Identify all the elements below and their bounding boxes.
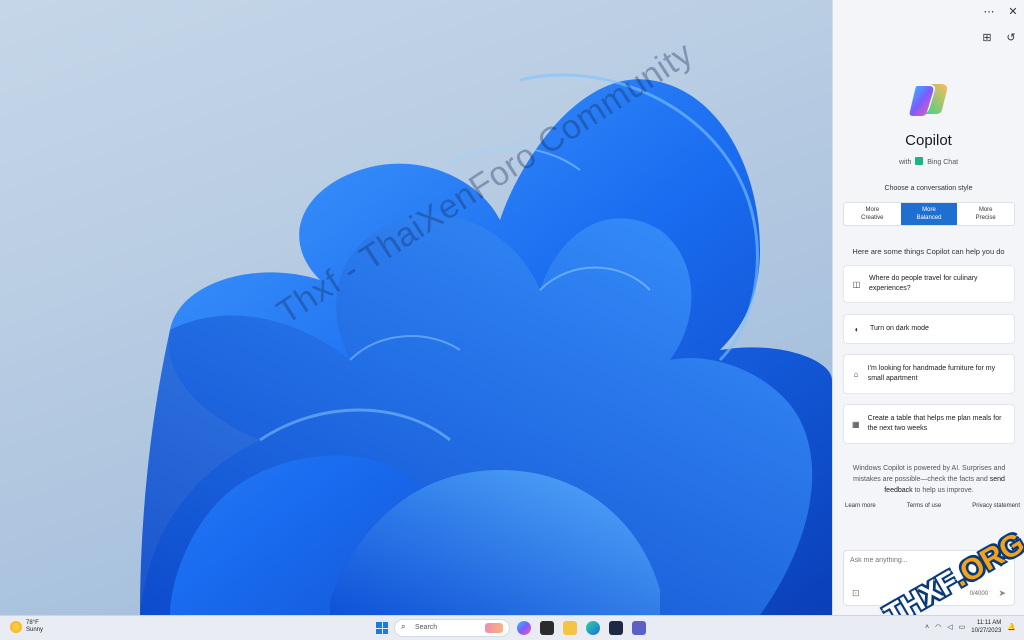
copilot-subtitle: with Bing Chat bbox=[833, 157, 1024, 166]
palette-icon: ◐ bbox=[854, 324, 860, 334]
style-precise-button[interactable]: More Precise bbox=[957, 203, 1014, 225]
style-balanced-line2: Balanced bbox=[916, 215, 942, 221]
bloom-wallpaper-art bbox=[140, 73, 832, 615]
start-tile bbox=[376, 628, 382, 634]
ai-disclaimer: Windows Copilot is powered by AI. Surpri… bbox=[843, 463, 1015, 496]
clock-date: 10/27/2023 bbox=[971, 628, 1002, 634]
help-label: Here are some things Copilot can help yo… bbox=[852, 247, 1005, 256]
style-precise-line1: More bbox=[978, 207, 993, 213]
ellipsis-icon[interactable]: ⋯ bbox=[981, 4, 997, 20]
clock-time: 11:11 AM bbox=[976, 620, 1002, 626]
style-creative-button[interactable]: More Creative bbox=[844, 203, 901, 225]
prompt-card-furniture[interactable]: ⌂ I'm looking for handmade furniture for… bbox=[843, 354, 1015, 394]
style-creative-line1: More bbox=[865, 207, 880, 213]
bing-icon bbox=[915, 157, 924, 165]
conversation-style-toggle: More Creative More Balanced More Precise bbox=[843, 202, 1015, 226]
prompt-text: Create a table that helps me plan meals … bbox=[867, 415, 1002, 432]
history-icon[interactable]: ↺ bbox=[1004, 31, 1018, 45]
desktop-wallpaper: Thxf - ThaiXenForo Community bbox=[0, 0, 832, 615]
taskbar-search[interactable]: ⌕ Search bbox=[394, 619, 510, 637]
terms-of-use-link[interactable]: Terms of use bbox=[907, 503, 941, 509]
battery-icon[interactable]: ▭ bbox=[959, 623, 966, 631]
style-creative-line2: Creative bbox=[861, 215, 884, 221]
footer-links: Learn more Terms of use Privacy statemen… bbox=[845, 503, 1020, 509]
copilot-toolbar: ⊞ ↺ bbox=[980, 31, 1018, 45]
start-button[interactable] bbox=[376, 622, 388, 634]
disclaimer-text: Windows Copilot is powered by AI. Surpri… bbox=[852, 465, 1006, 483]
volume-icon[interactable]: ◁ bbox=[947, 623, 952, 631]
copilot-logo bbox=[909, 84, 948, 116]
teams-icon[interactable] bbox=[632, 621, 646, 635]
copilot-title: Copilot bbox=[905, 132, 952, 149]
search-highlight-icon bbox=[485, 623, 503, 633]
subtitle-service: Bing Chat bbox=[927, 159, 959, 166]
store-icon[interactable] bbox=[609, 621, 623, 635]
notification-bell-icon[interactable]: 🔔 bbox=[1007, 623, 1016, 631]
style-balanced-button[interactable]: More Balanced bbox=[900, 203, 958, 225]
disclaimer-text-end: to help us improve. bbox=[912, 487, 974, 494]
prompt-card-meal-table[interactable]: ▦ Create a table that helps me plan meal… bbox=[843, 404, 1015, 444]
subtitle-prefix: with bbox=[898, 159, 912, 166]
file-explorer-icon[interactable] bbox=[563, 621, 577, 635]
conversation-style-label: Choose a conversation style bbox=[884, 185, 973, 192]
start-tile bbox=[376, 622, 382, 628]
briefcase-icon: ◫ bbox=[852, 279, 861, 289]
copilot-titlebar: ⋯ ✕ bbox=[833, 0, 1024, 24]
prompt-text: Turn on dark mode bbox=[870, 325, 929, 332]
task-view-icon[interactable] bbox=[540, 621, 554, 635]
prompt-text: Where do people travel for culinary expe… bbox=[869, 275, 978, 292]
search-placeholder: Search bbox=[415, 624, 438, 631]
logo-suffix: .ORG bbox=[947, 526, 1024, 594]
learn-more-link[interactable]: Learn more bbox=[845, 503, 876, 509]
tag-icon: ⌂ bbox=[853, 369, 859, 379]
start-tile bbox=[382, 622, 388, 628]
copilot-taskbar-icon[interactable] bbox=[517, 621, 531, 635]
search-icon: ⌕ bbox=[401, 622, 406, 631]
sun-icon bbox=[10, 621, 22, 633]
prompt-card-culinary[interactable]: ◫ Where do people travel for culinary ex… bbox=[843, 265, 1015, 303]
table-icon: ▦ bbox=[852, 419, 860, 429]
style-precise-line2: Precise bbox=[975, 215, 996, 221]
weather-widget[interactable]: 78°F Sunny bbox=[10, 620, 43, 634]
close-icon[interactable]: ✕ bbox=[1005, 4, 1021, 20]
start-tile bbox=[382, 628, 388, 634]
prompt-text: I'm looking for handmade furniture for m… bbox=[867, 365, 996, 382]
weather-desc: Sunny bbox=[26, 627, 44, 633]
prompt-card-dark-mode[interactable]: ◐ Turn on dark mode bbox=[843, 314, 1015, 344]
system-tray: ˄ ◠ ◁ ▭ 11:11 AM 10/27/2023 🔔 bbox=[925, 619, 1016, 635]
taskbar: 78°F Sunny ⌕ Search ˄ ◠ ◁ ▭ 11:11 AM 10/… bbox=[0, 615, 1024, 640]
style-balanced-line1: More bbox=[922, 207, 936, 213]
weather-temp: 78°F bbox=[26, 620, 39, 626]
image-upload-icon[interactable]: ⊡ bbox=[852, 588, 860, 599]
apps-icon[interactable]: ⊞ bbox=[980, 31, 994, 45]
chevron-up-icon[interactable]: ˄ bbox=[925, 624, 929, 631]
clock[interactable]: 11:11 AM 10/27/2023 bbox=[971, 619, 1001, 635]
wifi-icon[interactable]: ◠ bbox=[935, 623, 941, 631]
edge-icon[interactable] bbox=[586, 621, 600, 635]
